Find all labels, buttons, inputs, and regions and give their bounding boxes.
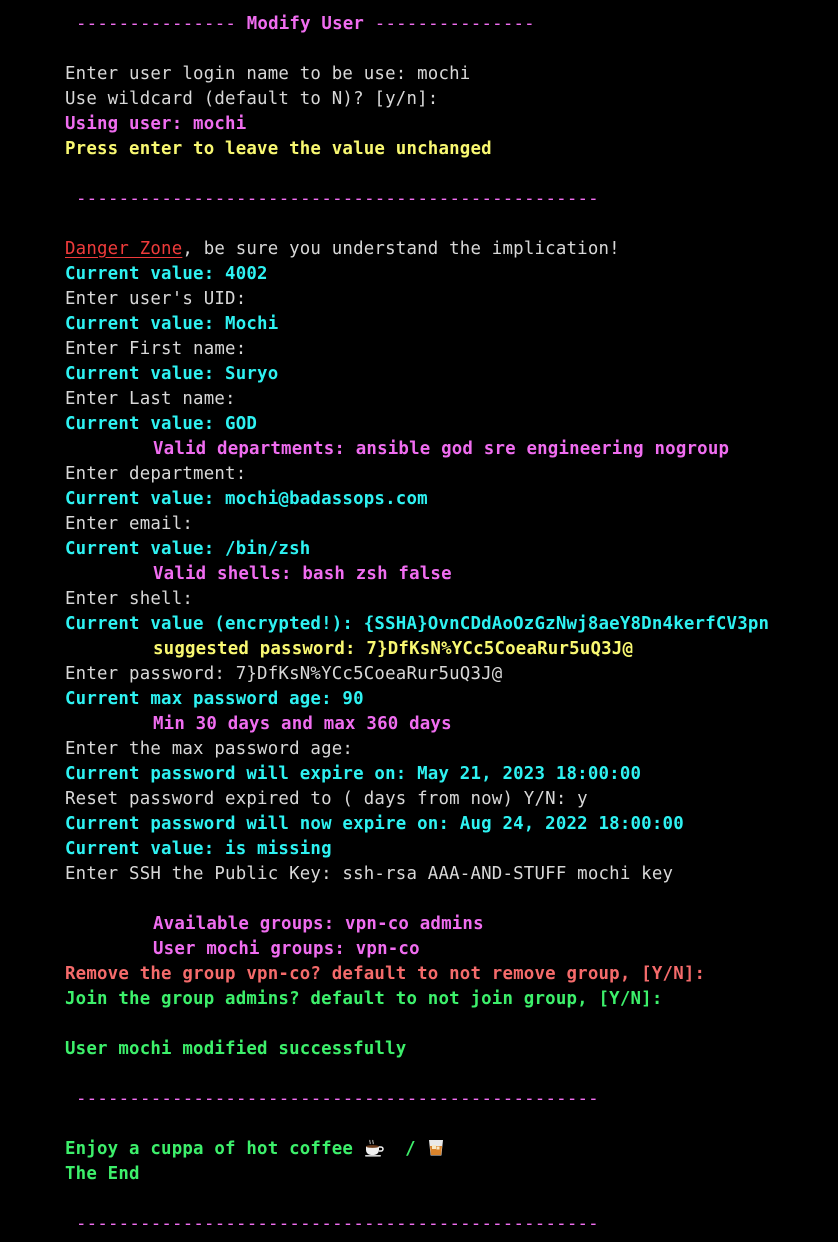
danger-zone-text: , be sure you understand the implication… <box>182 239 620 259</box>
press-enter-hint: Press enter to leave the value unchanged <box>65 139 492 159</box>
last-name-current-value: Current value: Suryo <box>65 364 279 384</box>
ssh-prompt: Enter SSH the Public Key: ssh-rsa AAA-AN… <box>65 864 674 884</box>
separator-line: ----------------------------------------… <box>76 189 599 209</box>
result-message: User mochi modified successfully <box>65 1039 407 1059</box>
using-user-line: Using user: mochi <box>65 114 247 134</box>
uid-current-value: Current value: 4002 <box>65 264 268 284</box>
slash-text: / <box>405 1139 416 1159</box>
header-line: --------------- Modify User ------------… <box>65 12 838 37</box>
department-prompt: Enter department: <box>65 464 247 484</box>
coffee-text: Enjoy a cuppa of hot coffee <box>65 1139 354 1159</box>
hot-beverage-icon <box>364 1139 384 1157</box>
suggested-password: suggested password: 7}DfKsN%YCc5CoeaRur5… <box>153 639 634 659</box>
password-current-value: Current value (encrypted!): {SSHA}OvnCDd… <box>65 614 770 634</box>
valid-departments-hint: Valid departments: ansible god sre engin… <box>153 439 730 459</box>
user-groups-hint: User mochi groups: vpn-co <box>153 939 420 959</box>
email-prompt: Enter email: <box>65 514 194 534</box>
header-dashes-left: --------------- <box>76 14 237 34</box>
login-prompt: Enter user login name to be use: mochi <box>65 64 471 84</box>
remove-group-prompt: Remove the group vpn-co? default to not … <box>65 964 706 984</box>
shell-prompt: Enter shell: <box>65 589 194 609</box>
header-dashes-right: --------------- <box>374 14 535 34</box>
join-group-prompt: Join the group admins? default to not jo… <box>65 989 663 1009</box>
max-age-current-value: Current max password age: 90 <box>65 689 364 709</box>
available-groups-hint: Available groups: vpn-co admins <box>153 914 484 934</box>
wildcard-prompt: Use wildcard (default to N)? [y/n]: <box>65 89 439 109</box>
email-current-value: Current value: mochi@badassops.com <box>65 489 428 509</box>
tumbler-glass-icon <box>426 1139 446 1157</box>
danger-zone-line: Danger Zone, be sure you understand the … <box>65 237 838 262</box>
department-current-value: Current value: GOD <box>65 414 258 434</box>
max-age-range-hint: Min 30 days and max 360 days <box>153 714 452 734</box>
valid-shells-hint: Valid shells: bash zsh false <box>153 564 452 584</box>
separator-line: ----------------------------------------… <box>76 1089 599 1109</box>
uid-prompt: Enter user's UID: <box>65 289 247 309</box>
last-name-prompt: Enter Last name: <box>65 389 236 409</box>
max-age-prompt: Enter the max password age: <box>65 739 354 759</box>
ssh-current-value: Current value: is missing <box>65 839 332 859</box>
expire-new-value: Current password will now expire on: Aug… <box>65 814 684 834</box>
the-end-line: The End <box>65 1164 140 1184</box>
danger-zone-label: Danger Zone <box>65 239 183 259</box>
expire-reset-prompt: Reset password expired to ( days from no… <box>65 789 588 809</box>
terminal-output: --------------- Modify User ------------… <box>0 0 838 1237</box>
first-name-current-value: Current value: Mochi <box>65 314 279 334</box>
expire-current-value: Current password will expire on: May 21,… <box>65 764 642 784</box>
header-title: Modify User <box>246 14 365 34</box>
password-prompt: Enter password: 7}DfKsN%YCc5CoeaRur5uQ3J… <box>65 664 503 684</box>
shell-current-value: Current value: /bin/zsh <box>65 539 311 559</box>
separator-line: ----------------------------------------… <box>76 1214 599 1234</box>
first-name-prompt: Enter First name: <box>65 339 247 359</box>
coffee-line: Enjoy a cuppa of hot coffee / <box>65 1137 838 1162</box>
